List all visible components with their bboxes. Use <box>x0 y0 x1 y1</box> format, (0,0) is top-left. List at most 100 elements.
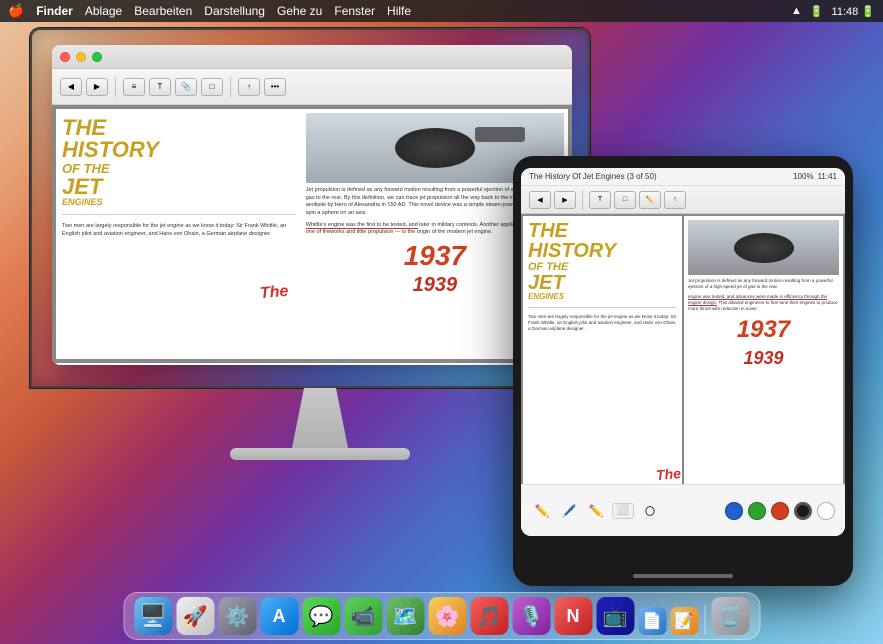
menubar-bearbeiten[interactable]: Bearbeiten <box>134 4 192 18</box>
ipad-home-bar <box>633 574 733 578</box>
annotation-the-imac: The <box>259 283 289 303</box>
menubar-darstellung[interactable]: Darstellung <box>204 4 265 18</box>
ipad-battery: 100% <box>793 172 813 181</box>
ipad-pen-tool-1[interactable]: ✏️ <box>531 500 553 522</box>
ipad-doc: THE HISTORY OF THE JET The ENGINES Two m… <box>521 214 845 502</box>
ipad-color-black[interactable] <box>794 502 812 520</box>
ipad-screen: The History Of Jet Engines (3 of 50) 100… <box>521 168 845 536</box>
article-title-line5: ENGINES <box>62 198 296 208</box>
ipad-underlined-text: engine was tested, and advances were mad… <box>688 294 827 306</box>
ipad-pen-tool-2[interactable]: 🖊️ <box>558 500 580 522</box>
ipad-status-right: 100% 11:41 <box>793 172 837 181</box>
minimize-button[interactable] <box>76 52 86 62</box>
ipad-container: The History Of Jet Engines (3 of 50) 100… <box>513 156 853 586</box>
dock-photos[interactable]: 🌸 <box>428 597 466 635</box>
finder-icon: 🖥️ <box>139 603 166 629</box>
trash-icon: 🗑️ <box>718 604 743 629</box>
menubar-app-name[interactable]: Finder <box>36 4 73 18</box>
ipad-body-left: Two men are largely responsible for the … <box>528 314 677 333</box>
dock-launchpad[interactable]: 🚀 <box>176 597 214 635</box>
toolbar-text[interactable]: T <box>149 78 171 96</box>
toolbar-more[interactable]: ••• <box>264 78 286 96</box>
toolbar-shape[interactable]: □ <box>201 78 223 96</box>
dock-messages[interactable]: 💬 <box>302 597 340 635</box>
dock-facetime[interactable]: 📹 <box>344 597 382 635</box>
dock-news[interactable]: N <box>554 597 592 635</box>
imac-screen: ◀ ▶ ≡ T 📎 □ ↑ ••• THE <box>30 28 590 388</box>
ipad-status-bar: The History Of Jet Engines (3 of 50) 100… <box>521 168 845 186</box>
ipad-year-stamp-1937: 1937 <box>688 316 839 344</box>
toolbar-attach[interactable]: 📎 <box>175 78 197 96</box>
ipad-body: The History Of Jet Engines (3 of 50) 100… <box>513 156 853 586</box>
menubar-fenster[interactable]: Fenster <box>334 4 375 18</box>
ipad-toolbar-btn1[interactable]: ◀ <box>529 191 551 209</box>
article-title-line1: THE <box>62 117 296 139</box>
preferences-icon: ⚙️ <box>225 604 250 629</box>
ipad-title-line1: THE <box>528 221 677 241</box>
ipad-time: 11:41 <box>818 172 837 181</box>
notes-icon: 📝 <box>674 611 694 631</box>
dock-maps[interactable]: 🗺️ <box>386 597 424 635</box>
close-button[interactable] <box>60 52 70 62</box>
ipad-left-col: THE HISTORY OF THE JET The ENGINES Two m… <box>523 216 682 500</box>
menubar-gehe-zu[interactable]: Gehe zu <box>277 4 322 18</box>
ipad-bottom-toolbar: ✏️ 🖊️ ✏️ ⬜ 〇 <box>521 484 845 536</box>
ipad-title-line5: ENGINES <box>528 293 677 302</box>
ipad-article-image <box>688 220 839 275</box>
ipad-body-right-top: Jet propulsion is defined as any forward… <box>688 278 839 291</box>
ipad-toolbar-btn2[interactable]: ▶ <box>554 191 576 209</box>
toolbar-back[interactable]: ◀ <box>60 78 82 96</box>
toolbar-view[interactable]: ≡ <box>123 78 145 96</box>
menubar-ablage[interactable]: Ablage <box>85 4 122 18</box>
toolbar-sep2 <box>230 77 231 97</box>
news-icon: N <box>567 606 580 627</box>
pages-window[interactable]: ◀ ▶ ≡ T 📎 □ ↑ ••• THE <box>52 45 572 365</box>
ipad-color-white[interactable] <box>817 502 835 520</box>
podcasts-icon: 🎙️ <box>519 604 544 629</box>
dock-pages[interactable]: 📄 <box>638 607 666 635</box>
battery-icon: 🔋 <box>810 5 824 18</box>
underlined-text: Whittle's engine was the first to be tes… <box>306 222 418 229</box>
ipad-lasso-tool[interactable]: 〇 <box>639 500 661 522</box>
ipad-toolbar-btn5[interactable]: ✏️ <box>639 191 661 209</box>
wifi-icon: ▲ <box>791 5 802 17</box>
ipad-color-green[interactable] <box>748 502 766 520</box>
messages-icon: 💬 <box>309 604 334 629</box>
pages-icon: 📄 <box>642 611 662 631</box>
ipad-title-line4: JET <box>528 273 677 293</box>
doc-content: THE HISTORY OF THE JET The ENGINES Two m… <box>52 105 572 363</box>
ipad-toolbar-btn6[interactable]: ↑ <box>664 191 686 209</box>
dock-tv[interactable]: 📺 <box>596 597 634 635</box>
dock-music[interactable]: 🎵 <box>470 597 508 635</box>
maximize-button[interactable] <box>92 52 102 62</box>
menubar-hilfe[interactable]: Hilfe <box>387 4 411 18</box>
desktop: 🍎 Finder Ablage Bearbeiten Darstellung G… <box>0 0 883 644</box>
tv-icon: 📺 <box>603 604 628 629</box>
dock-trash[interactable]: 🗑️ <box>711 597 749 635</box>
dock-preferences[interactable]: ⚙️ <box>218 597 256 635</box>
toolbar-fwd[interactable]: ▶ <box>86 78 108 96</box>
apple-menu[interactable]: 🍎 <box>8 3 24 19</box>
ipad-toolbar-btn3[interactable]: T <box>589 191 611 209</box>
ipad-color-blue[interactable] <box>725 502 743 520</box>
dock-podcasts[interactable]: 🎙️ <box>512 597 550 635</box>
ipad-toolbar: ◀ ▶ T □ ✏️ ↑ <box>521 186 845 214</box>
dock-finder[interactable]: 🖥️ <box>134 597 172 635</box>
ipad-eraser-tool[interactable]: ⬜ <box>612 503 634 519</box>
ipad-color-red[interactable] <box>771 502 789 520</box>
menubar-left: 🍎 Finder Ablage Bearbeiten Darstellung G… <box>8 3 411 19</box>
launchpad-icon: 🚀 <box>183 604 208 629</box>
ipad-toolbar-btn4[interactable]: □ <box>614 191 636 209</box>
ipad-annotation-the: The <box>655 465 681 483</box>
imac-stand <box>280 388 360 448</box>
dock-appstore[interactable]: A <box>260 597 298 635</box>
dock-notes[interactable]: 📝 <box>670 607 698 635</box>
article-title-line4: JET <box>62 176 296 198</box>
photos-icon: 🌸 <box>435 604 460 629</box>
doc-page: THE HISTORY OF THE JET The ENGINES Two m… <box>56 109 568 359</box>
music-icon: 🎵 <box>477 604 502 629</box>
ipad-title: The History Of Jet Engines (3 of 50) <box>529 172 657 181</box>
ipad-pen-tool-3[interactable]: ✏️ <box>585 500 607 522</box>
ipad-year-stamp-1939: 1939 <box>688 348 839 369</box>
toolbar-share[interactable]: ↑ <box>238 78 260 96</box>
